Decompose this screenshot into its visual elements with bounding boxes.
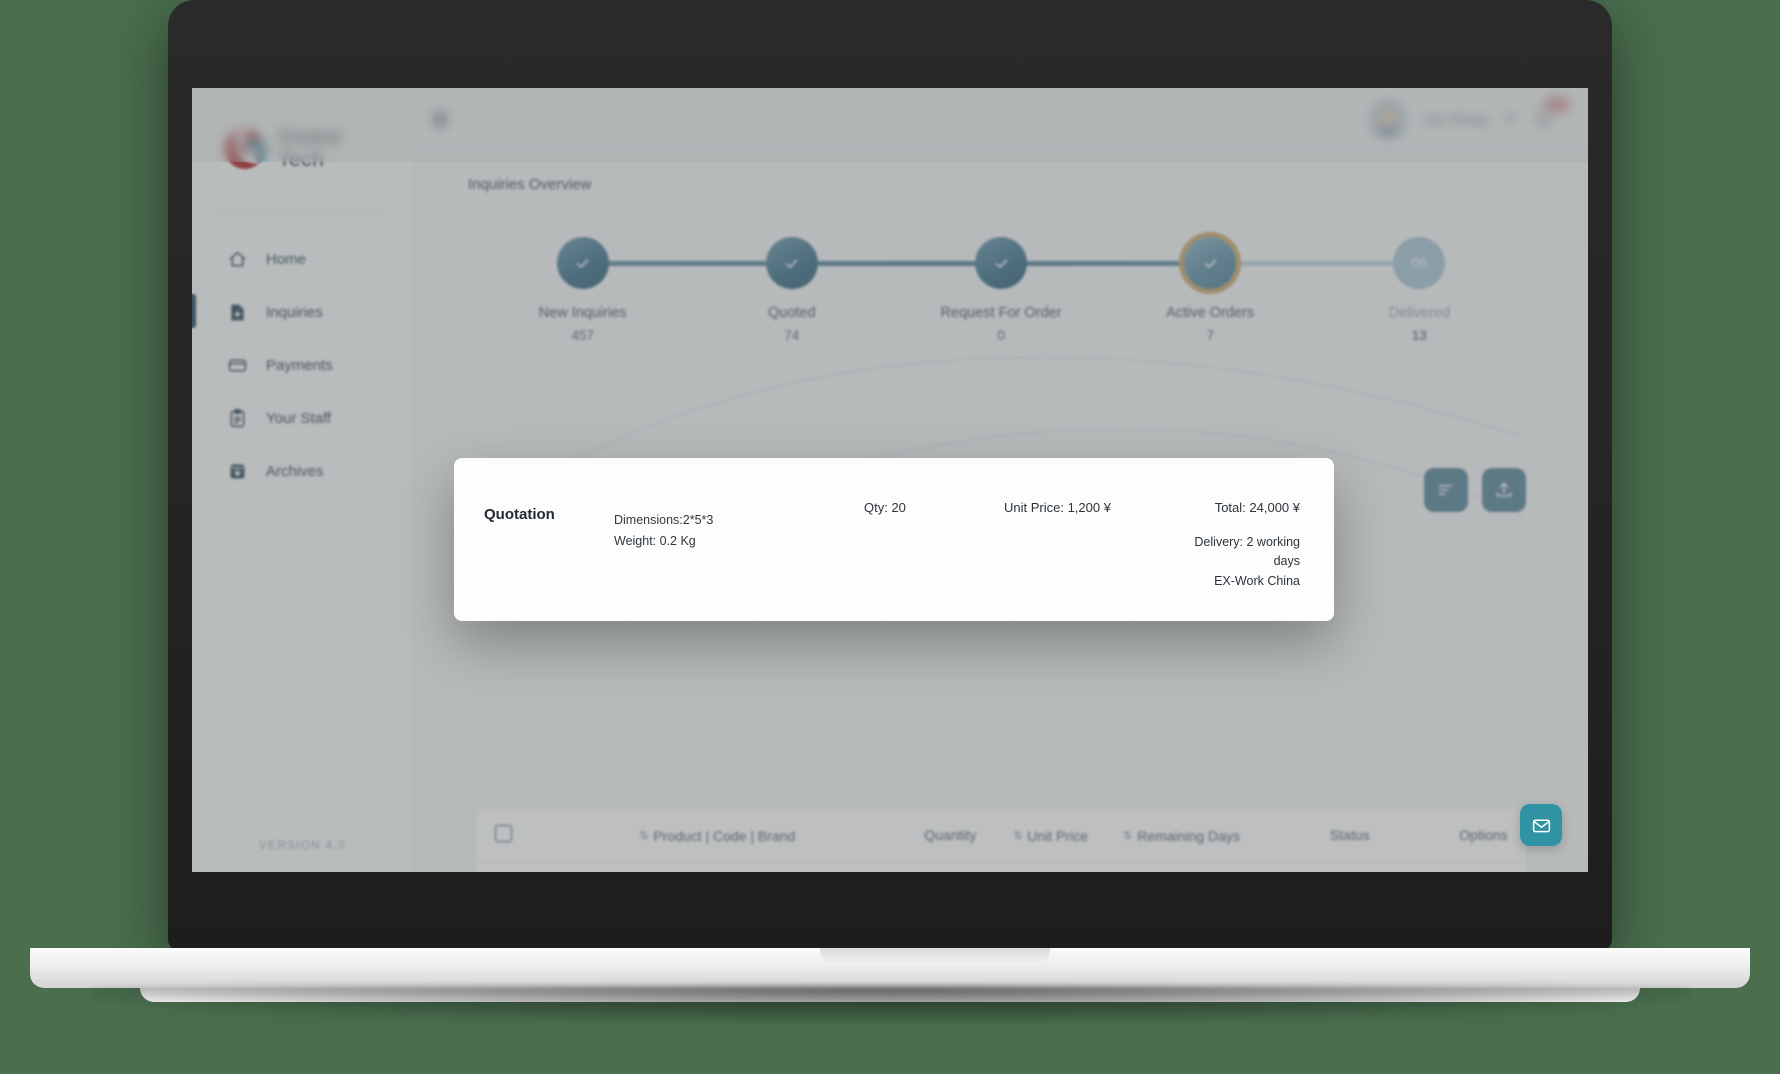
modal-incoterm: EX-Work China <box>1214 573 1300 588</box>
quotation-modal: Quotation Dimensions:2*5*3 Weight: 0.2 K… <box>454 458 1334 622</box>
modal-delivery: Delivery: 2 working days <box>1194 535 1300 569</box>
scene: Global Tech Home Inquiries Payments Your… <box>0 0 1780 1074</box>
topbar-blur-overlay <box>192 88 1588 162</box>
application-window: Global Tech Home Inquiries Payments Your… <box>192 88 1588 872</box>
modal-totals: Total: 24,000 ¥ Delivery: 2 working days… <box>1174 484 1300 591</box>
laptop-screen: Global Tech Home Inquiries Payments Your… <box>192 88 1588 872</box>
modal-weight: Weight: 0.2 Kg <box>614 534 696 549</box>
modal-qty: Qty: 20 <box>864 500 906 515</box>
laptop-base-slab <box>30 948 1750 988</box>
laptop-base <box>0 948 1780 1022</box>
modal-total: Total: 24,000 ¥ <box>1214 500 1300 515</box>
laptop-base-notch <box>820 948 1050 964</box>
contact-support-button[interactable] <box>1520 804 1562 846</box>
mail-icon <box>1532 819 1550 832</box>
modal-title: Quotation <box>484 506 555 523</box>
modal-unit-price: Unit Price: 1,200 ¥ <box>1004 500 1111 515</box>
modal-specs: Dimensions:2*5*3 Weight: 0.2 Kg <box>614 484 864 591</box>
laptop-mockup: Global Tech Home Inquiries Payments Your… <box>168 0 1612 950</box>
laptop-base-shadow <box>90 986 1690 1022</box>
modal-dimensions: Dimensions:2*5*3 <box>614 513 714 527</box>
